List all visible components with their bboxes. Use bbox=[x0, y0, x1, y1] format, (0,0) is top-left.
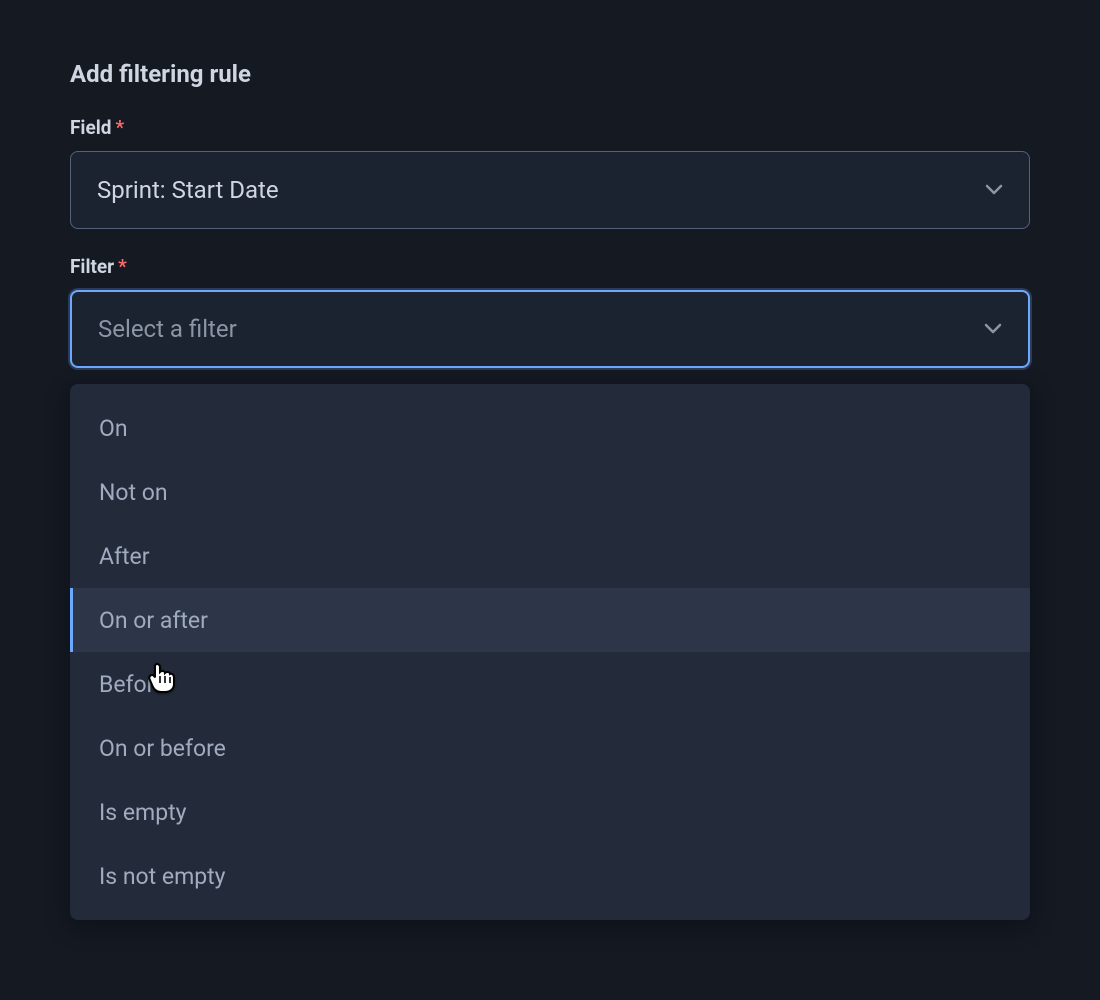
required-asterisk: * bbox=[118, 255, 127, 278]
field-group: Field* Sprint: Start Date bbox=[70, 116, 1030, 229]
filter-group: Filter* Select a filter On Not on After … bbox=[70, 255, 1030, 920]
filter-label: Filter* bbox=[70, 255, 1030, 278]
filter-option-on-or-after[interactable]: On or after bbox=[70, 588, 1030, 652]
filter-select-placeholder: Select a filter bbox=[98, 315, 237, 343]
filter-dropdown: On Not on After On or after Before On or… bbox=[70, 384, 1030, 920]
filter-option-after[interactable]: After bbox=[70, 524, 1030, 588]
filter-option-on-or-before[interactable]: On or before bbox=[70, 716, 1030, 780]
filter-option-is-empty[interactable]: Is empty bbox=[70, 780, 1030, 844]
required-asterisk: * bbox=[115, 116, 124, 139]
chevron-down-icon bbox=[985, 181, 1003, 199]
filter-option-is-not-empty[interactable]: Is not empty bbox=[70, 844, 1030, 908]
filter-label-text: Filter bbox=[70, 255, 114, 278]
form-heading: Add filtering rule bbox=[70, 60, 1030, 88]
filter-rule-form: Add filtering rule Field* Sprint: Start … bbox=[70, 60, 1030, 920]
field-label-text: Field bbox=[70, 116, 111, 139]
filter-option-on[interactable]: On bbox=[70, 396, 1030, 460]
field-select[interactable]: Sprint: Start Date bbox=[70, 151, 1030, 229]
filter-select[interactable]: Select a filter bbox=[70, 290, 1030, 368]
filter-option-before[interactable]: Before bbox=[70, 652, 1030, 716]
filter-option-not-on[interactable]: Not on bbox=[70, 460, 1030, 524]
field-select-value: Sprint: Start Date bbox=[97, 176, 279, 204]
chevron-down-icon bbox=[984, 320, 1002, 338]
field-label: Field* bbox=[70, 116, 1030, 139]
